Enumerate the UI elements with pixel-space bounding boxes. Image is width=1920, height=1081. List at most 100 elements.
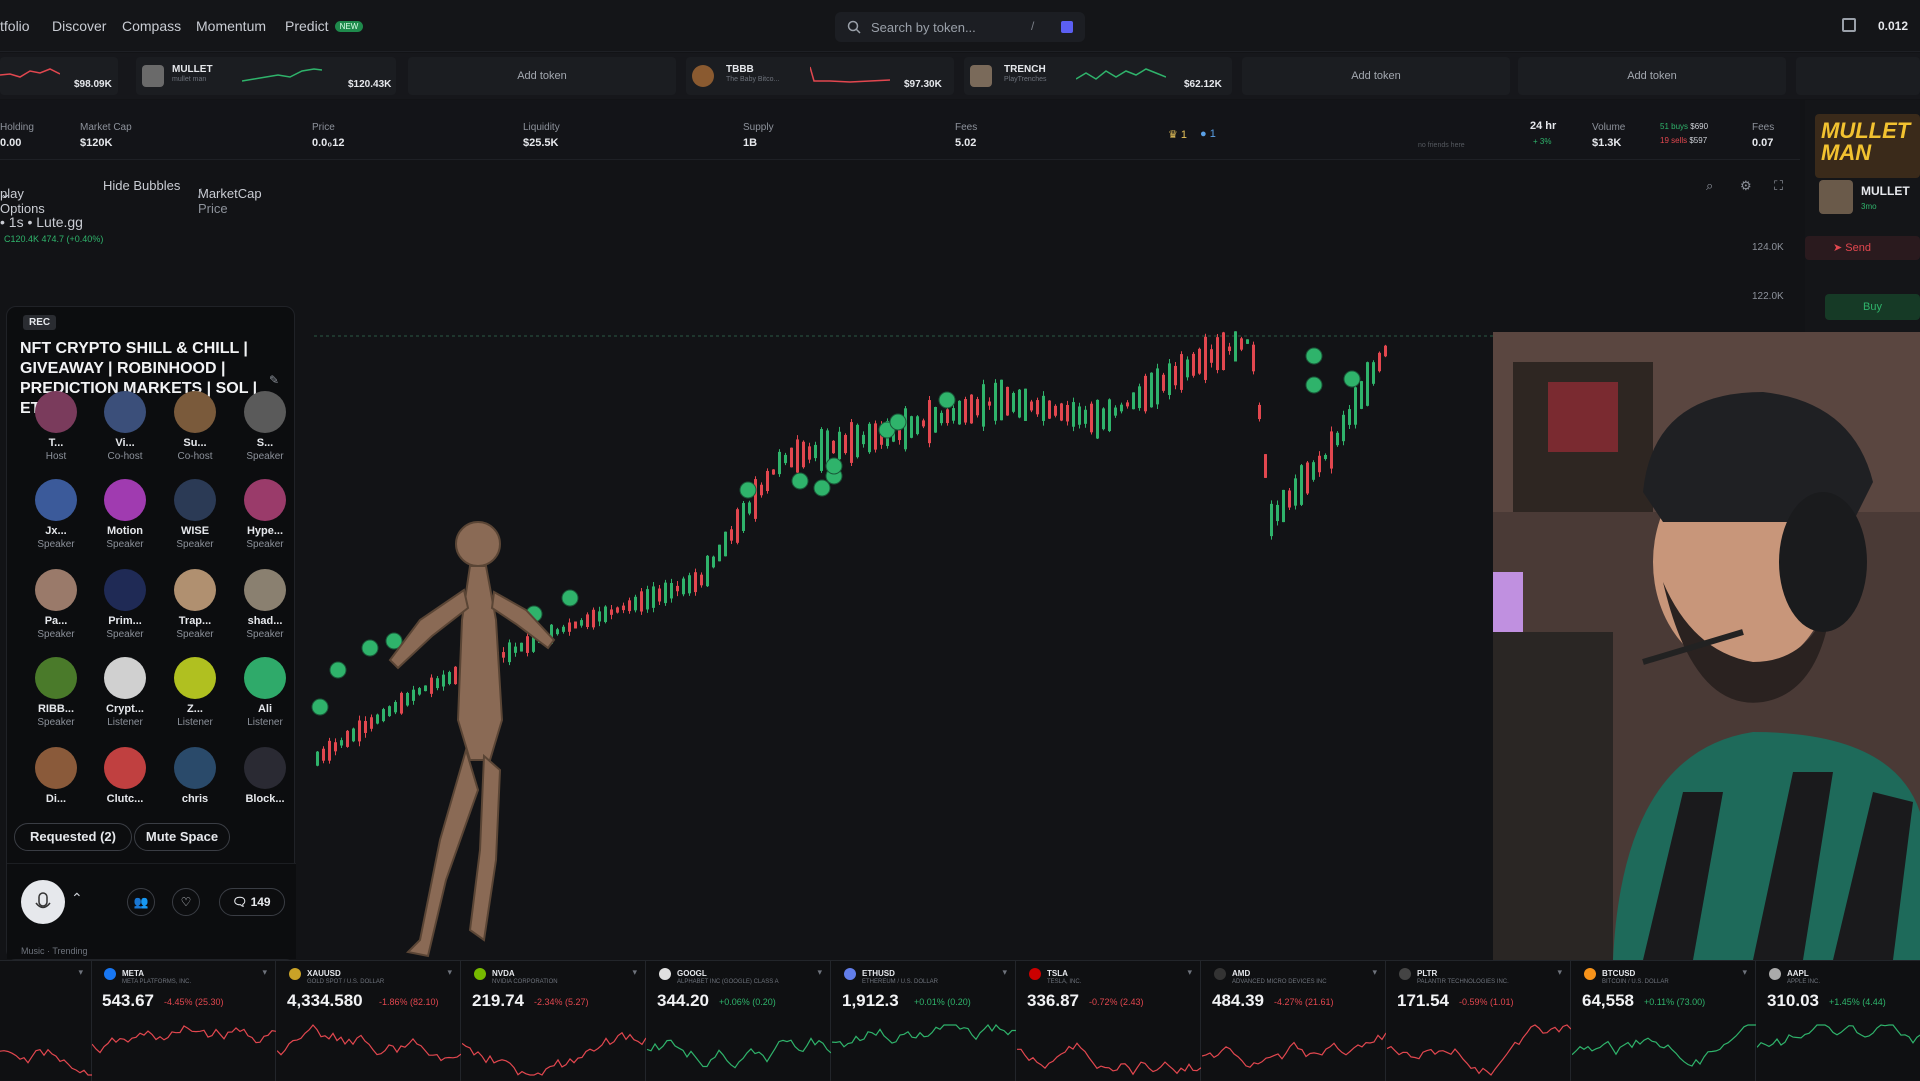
ticker-menu-icon[interactable]: ▾ [632,967,637,978]
speaker-tile[interactable]: RIBB... Speaker [23,657,89,728]
filter-icon[interactable] [1061,21,1073,33]
trade-bubble[interactable] [329,661,347,679]
speaker-tile[interactable]: Jx... Speaker [23,479,89,550]
speaker-tile[interactable]: Block... [232,747,298,807]
market-ticker[interactable]: AAPLAPPLE INC.310.03+1.45% (4.44)▾ [1757,961,1920,1081]
speaker-tile[interactable]: WISE Speaker [162,479,228,550]
ticker-logo-icon [1214,968,1226,980]
add-token-button[interactable]: Add token [408,57,676,95]
candle [1354,387,1357,425]
trade-bubble[interactable] [938,391,956,409]
ticker-name: TBBB [726,64,754,75]
chevron-up-icon[interactable]: ⌃ [71,890,83,907]
ticker-card[interactable]: TRENCH PlayTrenches $62.12K [964,57,1232,95]
trade-bubble[interactable] [813,479,831,497]
candle [1360,381,1363,409]
requested-button[interactable]: Requested (2) [14,823,132,851]
search-input[interactable]: Search by token... / [835,12,1085,42]
trade-bubble[interactable] [889,413,907,431]
ticker-card[interactable]: TBBB The Baby Bitco... $97.30K [686,57,954,95]
nav-compass[interactable]: Compass [122,18,181,34]
ticker-company: NVIDIA CORPORATION [492,979,558,985]
nav-predict-label[interactable]: Predict [285,18,329,34]
send-button[interactable]: ➤ Send [1805,236,1920,260]
market-ticker[interactable]: META META PLATFORMS, INC. 543.67 -4.45% (25… [92,961,276,1081]
speaker-name: shad... [247,615,283,627]
trade-bubble[interactable] [1343,370,1361,388]
heart-icon[interactable]: ♡ [172,888,200,916]
speaker-tile[interactable]: Su... Co-host [162,391,228,462]
ticker-menu-icon[interactable]: ▾ [262,967,267,978]
nav-momentum[interactable]: Momentum [196,18,266,34]
microphone-button[interactable] [21,880,65,924]
mute-space-button[interactable]: Mute Space [134,823,230,851]
speaker-tile[interactable]: Hype... Speaker [232,479,298,550]
ticker-logo-icon [104,968,116,980]
ticker-card[interactable]: MULLET mullet man $120.43K [136,57,396,95]
people-icon[interactable]: 👥 [127,888,155,916]
speaker-tile[interactable]: Ali Listener [232,657,298,728]
speaker-tile[interactable]: Di... [23,747,89,807]
wallet-balance[interactable]: 0.012 [1878,19,1908,33]
ticker-price: 1,912.3 [842,991,899,1010]
speaker-tile[interactable]: Crypt... Listener [92,657,158,728]
ticker-menu-icon[interactable]: ▾ [1002,967,1007,978]
trade-bubble[interactable] [1305,376,1323,394]
market-ticker[interactable]: NVDA NVIDIA CORPORATION 219.74 -2.34% (5.27… [462,961,646,1081]
hide-bubbles-toggle[interactable]: Hide Bubbles [103,178,180,193]
candle [964,399,967,423]
speaker-tile[interactable]: shad... Speaker [232,569,298,640]
speaker-tile[interactable]: T... Host [23,391,89,462]
market-ticker[interactable]: GOOGL ALPHABET INC (GOOGLE) CLASS A 344.20… [647,961,831,1081]
market-ticker[interactable]: 66% (50.90)▾ [0,961,92,1081]
trade-bubble[interactable] [825,457,843,475]
speaker-tile[interactable]: Motion Speaker [92,479,158,550]
search-icon[interactable]: ⌕ [1706,178,1713,194]
ticker-menu-icon[interactable]: ▾ [1557,967,1562,978]
ticker-symbol: AMD [1232,969,1251,978]
nav-predict[interactable]: Predict NEW [285,18,364,34]
period-selector[interactable]: 24 hr [1530,120,1556,132]
buy-button[interactable]: Buy [1825,294,1920,320]
market-ticker[interactable]: BTCUSD BITCOIN / U.S. DOLLAR 64,558 +0.11% … [1572,961,1756,1081]
add-token-button[interactable]: Add token [1518,57,1786,95]
trade-bubble[interactable] [561,589,579,607]
grid-icon[interactable] [1842,18,1856,32]
nav-discover[interactable]: Discover [52,18,106,34]
market-ticker[interactable]: XAUUSD GOLD SPOT / U.S. DOLLAR 4,334.580 -1… [277,961,461,1081]
speaker-tile[interactable]: S... Speaker [232,391,298,462]
add-token-button[interactable] [1796,57,1920,95]
edit-icon[interactable]: ✎ [269,373,279,387]
speaker-tile[interactable]: Trap... Speaker [162,569,228,640]
fullscreen-icon[interactable]: ⛶ [1774,178,1783,194]
market-ticker[interactable]: TSLA TESLA, INC. 336.87 -0.72% (2.43) ▾ [1017,961,1201,1081]
speaker-tile[interactable]: Clutc... [92,747,158,807]
trade-bubble[interactable] [361,639,379,657]
ticker-menu-icon[interactable]: ▾ [1742,967,1747,978]
ticker-menu-icon[interactable]: ▾ [1187,967,1192,978]
ticker-menu-icon[interactable]: ▾ [78,967,83,978]
avatar [35,569,77,611]
trade-bubble[interactable] [311,698,329,716]
trade-bubble[interactable] [739,481,757,499]
speaker-tile[interactable]: Pa... Speaker [23,569,89,640]
ticker-menu-icon[interactable]: ▾ [1372,967,1377,978]
ticker-card[interactable]: $98.09K [0,57,118,95]
add-token-button[interactable]: Add token [1242,57,1510,95]
speaker-tile[interactable]: Vi... Co-host [92,391,158,462]
settings-icon[interactable]: ⚙ [1740,178,1752,194]
comments-button[interactable]: 🗨 149 [219,888,285,916]
ticker-menu-icon[interactable]: ▾ [447,967,452,978]
speaker-tile[interactable]: Z... Listener [162,657,228,728]
stat-volume: Volume $1.3K [1592,122,1625,149]
market-ticker[interactable]: PLTR PALANTIR TECHNOLOGIES INC. 171.54 -0.5… [1387,961,1571,1081]
trade-bubble[interactable] [791,472,809,490]
market-ticker[interactable]: AMD ADVANCED MICRO DEVICES INC 484.39 -4.27… [1202,961,1386,1081]
trade-bubble[interactable] [1305,347,1323,365]
nav-portfolio[interactable]: tfolio [0,18,30,34]
speaker-tile[interactable]: Prim... Speaker [92,569,158,640]
ticker-menu-icon[interactable]: ▾ [817,967,822,978]
stat-label: Price [312,122,335,133]
speaker-tile[interactable]: chris [162,747,228,807]
market-ticker[interactable]: ETHUSD ETHEREUM / U.S. DOLLAR 1,912.3 +0.01… [832,961,1016,1081]
